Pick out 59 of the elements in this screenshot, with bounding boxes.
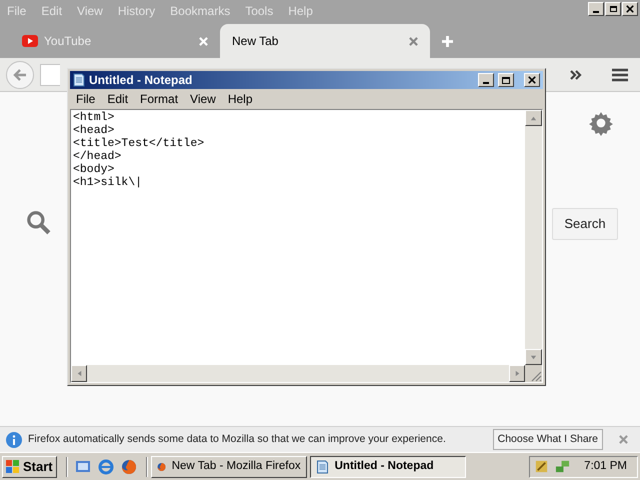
scroll-right-button[interactable] — [509, 365, 525, 382]
menu-item[interactable]: Edit — [107, 90, 128, 108]
minimize-button[interactable] — [588, 2, 604, 16]
close-button[interactable] — [622, 2, 638, 16]
code-line: <h1>silk\| — [73, 176, 142, 189]
code-line: </head> — [73, 150, 122, 163]
menu-icon[interactable] — [612, 68, 628, 82]
network-icon — [555, 459, 570, 474]
restore-button[interactable] — [605, 2, 621, 16]
scroll-down-button[interactable] — [525, 349, 542, 365]
horizontal-scrollbar[interactable] — [71, 365, 525, 382]
firefox-icon — [120, 458, 137, 474]
maximize-button[interactable] — [498, 73, 514, 87]
back-arrow-icon — [13, 68, 27, 80]
info-icon — [6, 432, 22, 448]
window-title: Untitled - Notepad — [89, 72, 192, 89]
notification-text: Firefox automatically sends some data to Mozilla so that we can improve your experience. — [28, 432, 447, 447]
vertical-scrollbar[interactable] — [525, 110, 542, 365]
search-button[interactable]: Search — [552, 208, 618, 240]
menu-item[interactable]: View — [190, 90, 216, 108]
minimize-button[interactable] — [478, 73, 494, 87]
back-button[interactable] — [6, 60, 34, 88]
close-icon[interactable] — [626, 5, 634, 13]
scroll-left-button[interactable] — [71, 365, 87, 382]
code-line: <html> — [73, 111, 114, 124]
tab-title: YouTube — [44, 33, 92, 50]
code-line: <body> — [73, 163, 114, 176]
text-area[interactable]: <html> <head> <title>Test</title> </head> <body> <h1>silk\| — [71, 110, 525, 365]
triangle-icon — [530, 114, 537, 122]
video-play-icon — [22, 35, 38, 47]
menu-item[interactable]: Help — [228, 90, 253, 108]
code-line: <head> — [73, 124, 114, 137]
browser-tab[interactable]: New Tab — [220, 24, 430, 58]
settings-icon[interactable] — [588, 110, 614, 136]
triangle-icon — [530, 354, 537, 360]
close-icon[interactable] — [528, 76, 536, 84]
chevrons-icon[interactable] — [570, 70, 582, 80]
menu-item[interactable]: Format — [140, 90, 178, 108]
taskbar-button[interactable]: New Tab - Mozilla Firefox — [150, 456, 307, 478]
clock: 7:01 PM — [584, 458, 627, 474]
triangle-icon — [514, 370, 520, 377]
choose-share-button[interactable]: Choose What I Share — [492, 429, 603, 450]
tray-icon — [534, 459, 550, 474]
menu-item[interactable]: File — [76, 90, 96, 108]
scroll-up-button[interactable] — [525, 110, 542, 126]
resize-grip-icon[interactable] — [530, 370, 542, 382]
code-line: <title>Test</title> — [73, 137, 204, 150]
browser-icon[interactable] — [98, 458, 114, 474]
close-button[interactable] — [524, 73, 540, 87]
triangle-icon — [76, 370, 82, 377]
search-icon — [25, 209, 51, 235]
windows-logo-icon — [6, 460, 20, 474]
notepad-icon — [316, 460, 329, 474]
start-button[interactable]: Start — [2, 456, 57, 478]
tab-title: New Tab — [232, 33, 280, 50]
taskbar-button[interactable]: Untitled - Notepad — [310, 456, 466, 478]
address-field[interactable] — [40, 64, 60, 86]
notepad-icon — [73, 73, 85, 87]
desktop-icon[interactable] — [74, 458, 91, 474]
